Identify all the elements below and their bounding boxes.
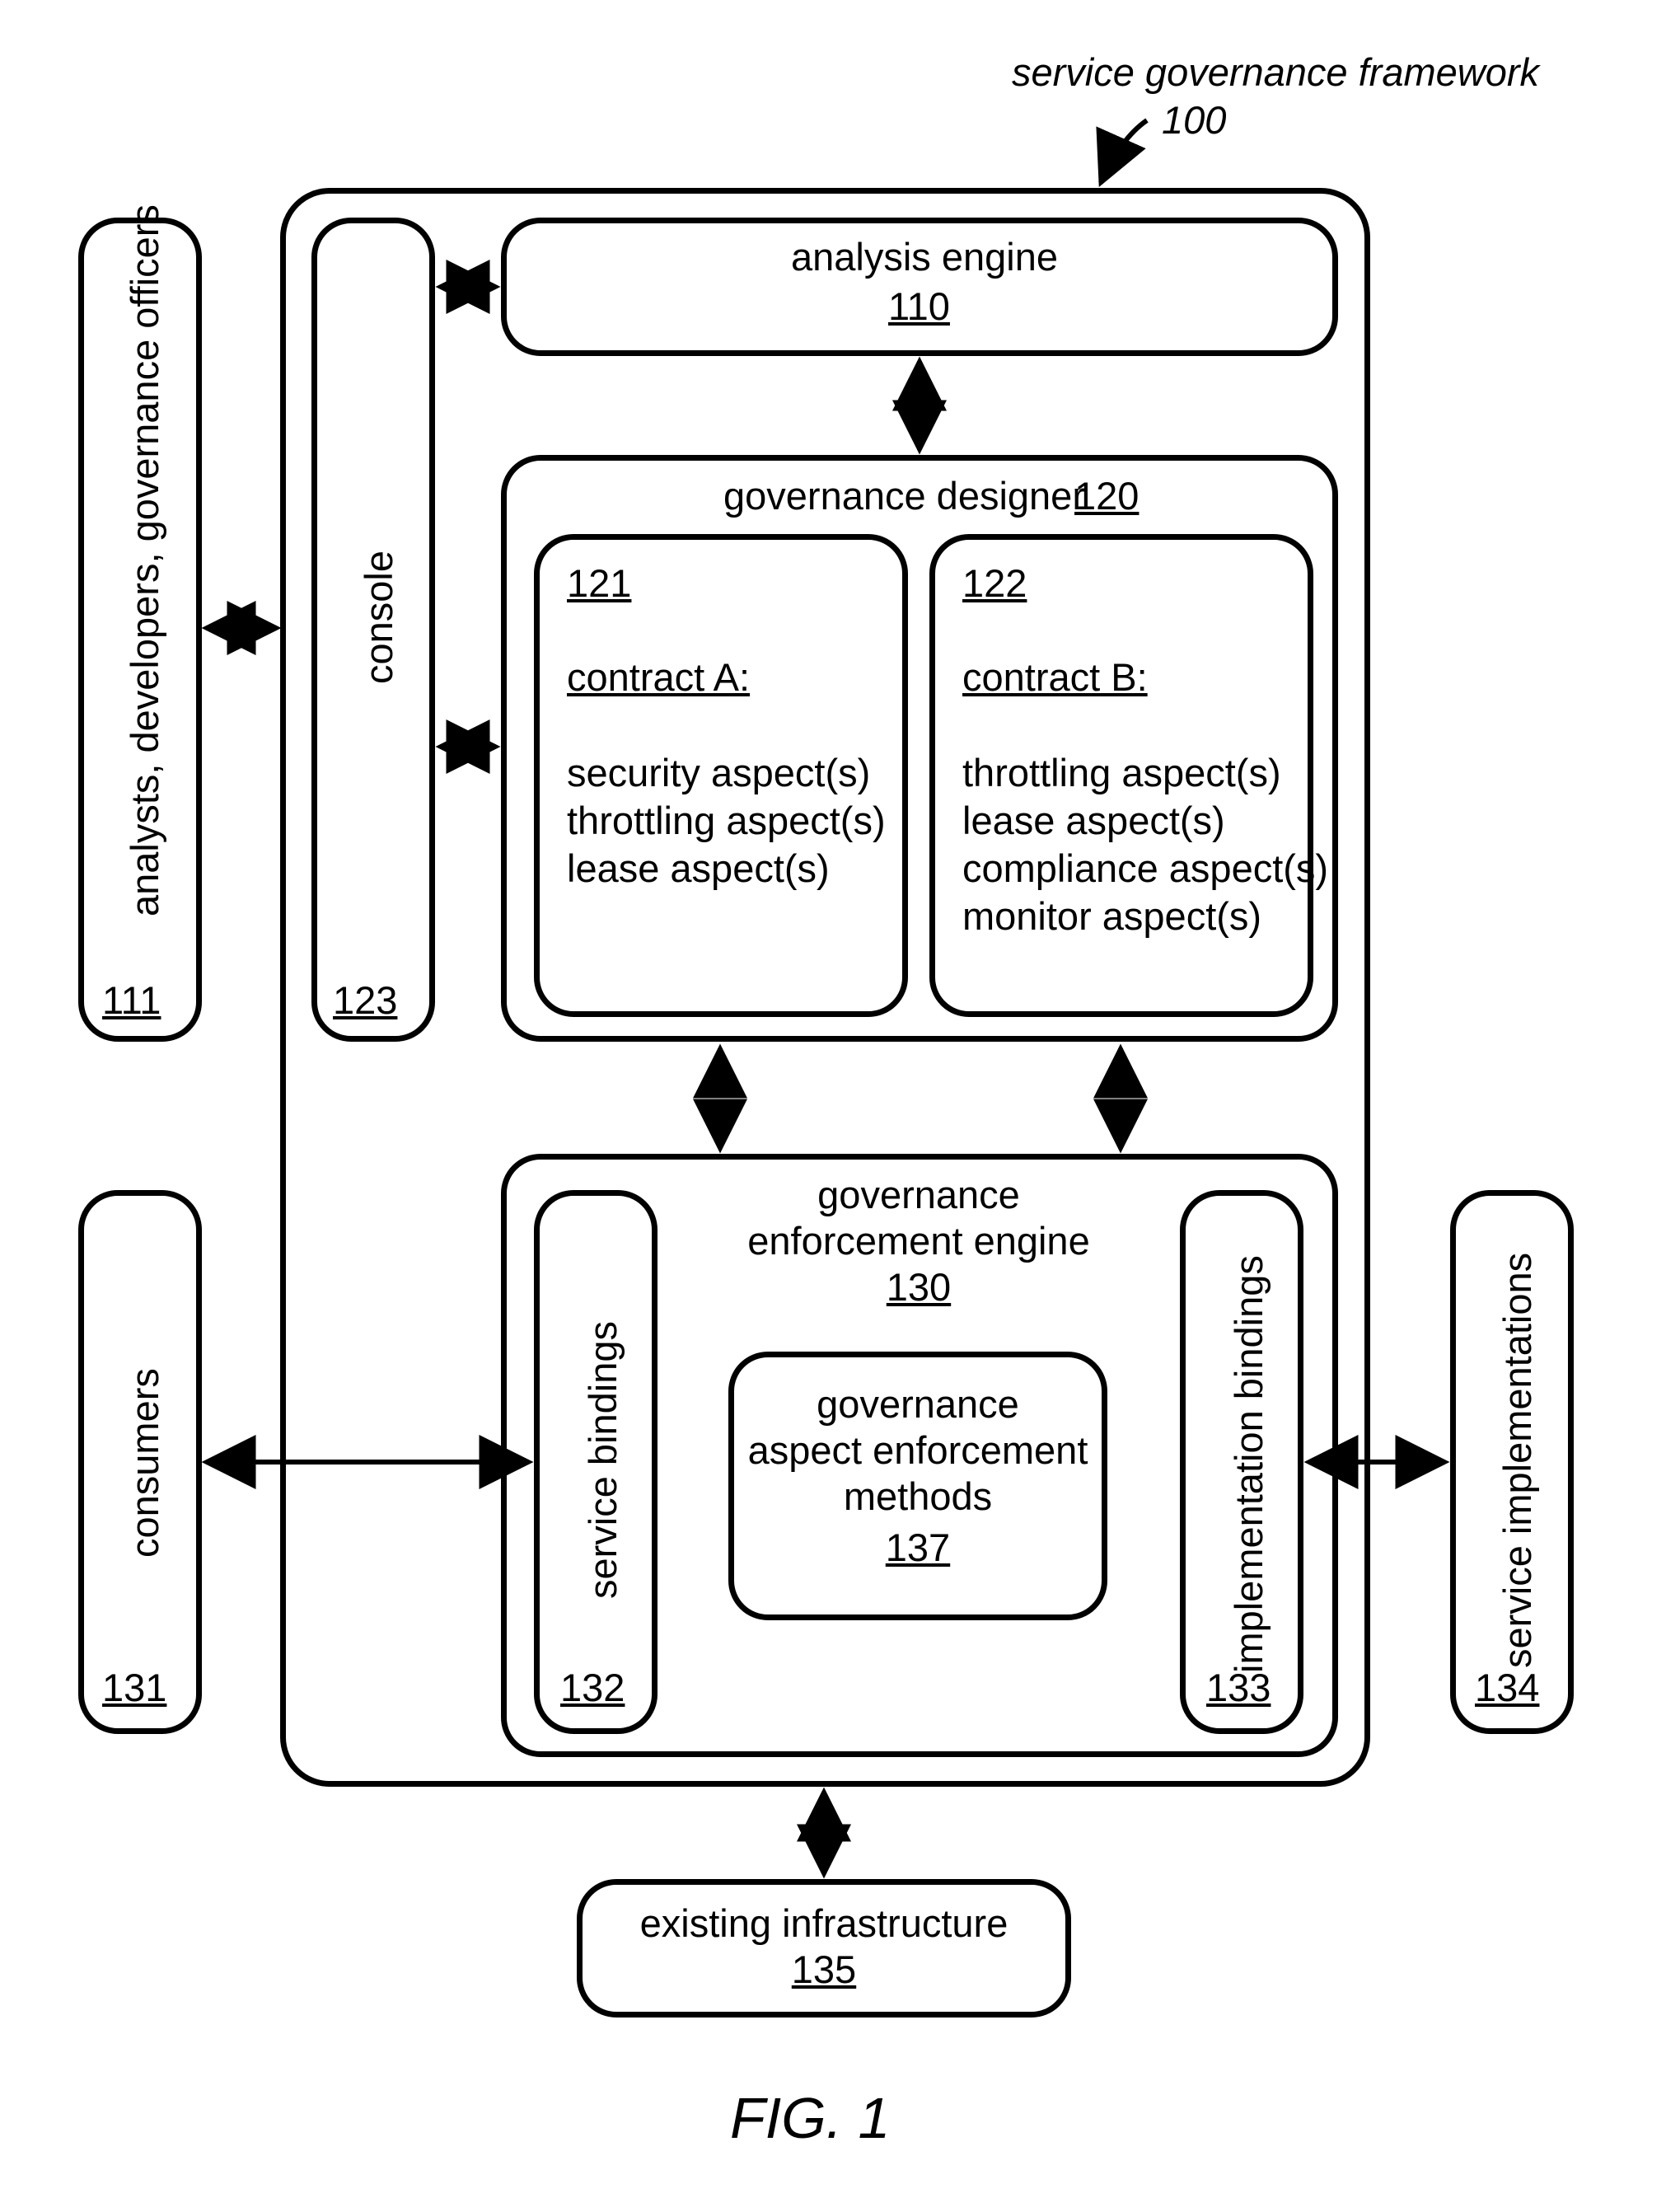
console-label: console	[356, 551, 401, 684]
contract-a-title: contract A:	[567, 654, 750, 700]
service-impl-ref: 134	[1475, 1665, 1539, 1710]
contract-a-ref: 121	[567, 560, 631, 606]
contract-a-aspect-0: security aspect(s)	[567, 750, 870, 795]
designer-label: governance designer	[723, 473, 1085, 518]
console-ref: 123	[333, 977, 397, 1023]
methods-label1: governance	[728, 1381, 1107, 1427]
methods-ref: 137	[728, 1525, 1107, 1570]
contract-b-aspect-3: monitor aspect(s)	[962, 893, 1261, 939]
methods-label3: methods	[728, 1474, 1107, 1519]
contract-b-aspect-0: throttling aspect(s)	[962, 750, 1281, 795]
contract-a-aspect-2: lease aspect(s)	[567, 846, 830, 891]
service-impl-label: service implementations	[1495, 1253, 1540, 1668]
diagram-page: service governance framework 100 console…	[0, 0, 1666, 2212]
service-bindings-ref: 132	[560, 1665, 625, 1710]
impl-bindings-label: implementation bindings	[1226, 1255, 1271, 1673]
consumers-ref: 131	[102, 1665, 166, 1710]
impl-bindings-ref: 133	[1206, 1665, 1271, 1710]
enforcement-label2: enforcement engine	[723, 1218, 1114, 1263]
analysts-label: analysts, developers, governance officer…	[122, 204, 167, 916]
consumers-label: consumers	[122, 1368, 167, 1558]
infra-label: existing infrastructure	[577, 1900, 1071, 1946]
infra-ref: 135	[577, 1947, 1071, 1992]
contract-b-ref: 122	[962, 560, 1027, 606]
methods-label2: aspect enforcement	[728, 1427, 1107, 1473]
analysts-ref: 111	[102, 977, 161, 1023]
enforcement-ref: 130	[723, 1264, 1114, 1310]
contract-b-aspect-2: compliance aspect(s)	[962, 846, 1328, 891]
enforcement-label1: governance	[723, 1172, 1114, 1217]
analysis-engine-label: analysis engine	[791, 234, 1048, 279]
contract-b-aspect-1: lease aspect(s)	[962, 798, 1225, 843]
title-ref: 100	[1162, 97, 1226, 143]
contract-a-aspect-1: throttling aspect(s)	[567, 798, 886, 843]
designer-ref: 120	[1074, 473, 1139, 518]
title-text: service governance framework	[1012, 49, 1539, 95]
contract-b-title: contract B:	[962, 654, 1148, 700]
figure-caption: FIG. 1	[730, 2085, 890, 2151]
analysis-engine-ref: 110	[888, 284, 950, 329]
service-bindings-label: service bindings	[580, 1321, 625, 1599]
